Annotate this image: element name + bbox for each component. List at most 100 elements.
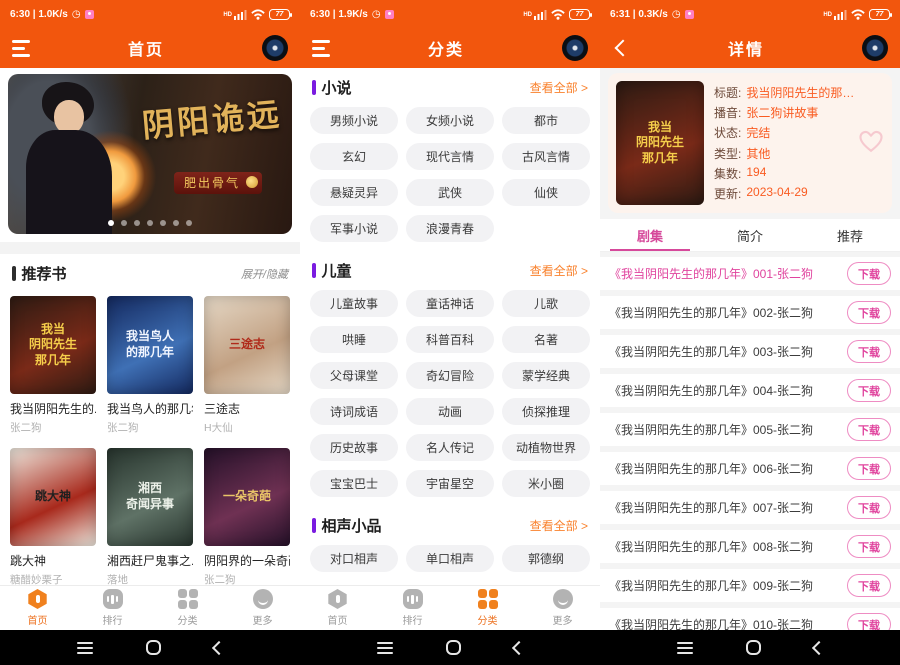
category-chip[interactable]: 动植物世界 — [502, 434, 590, 461]
episode-title[interactable]: 《我当阴阳先生的那几年》002-张二狗 — [609, 304, 841, 321]
episode-row[interactable]: 《我当阴阳先生的那几年》007-张二狗 下载 — [600, 491, 900, 524]
view-all-link[interactable]: 查看全部 > — [530, 79, 588, 96]
category-chip[interactable]: 奇幻冒险 — [406, 362, 494, 389]
download-button[interactable]: 下载 — [847, 418, 891, 441]
episode-row[interactable]: 《我当阴阳先生的那几年》003-张二狗 下载 — [600, 335, 900, 368]
episode-row[interactable]: 《我当阴阳先生的那几年》010-张二狗 下载 — [600, 608, 900, 630]
carousel-dots[interactable] — [8, 220, 292, 226]
tab-episodes[interactable]: 剧集 — [600, 219, 700, 251]
tab-category[interactable]: 分类 — [450, 586, 525, 630]
book-card[interactable]: 跳大神 跳大神 糖醋妙栗子 — [10, 448, 96, 585]
episode-row[interactable]: 《我当阴阳先生的那几年》009-张二狗 下载 — [600, 569, 900, 602]
episode-title[interactable]: 《我当阴阳先生的那几年》008-张二狗 — [609, 538, 841, 555]
tab-category[interactable]: 分类 — [150, 586, 225, 630]
android-back-icon[interactable] — [511, 640, 525, 654]
book-cover[interactable]: 我当 阴阳先生 那几年 — [10, 296, 96, 394]
menu-icon[interactable] — [312, 40, 330, 57]
category-chip[interactable]: 宝宝巴士 — [310, 470, 398, 497]
book-cover[interactable]: 湘西 奇闻异事 — [107, 448, 193, 546]
episode-title[interactable]: 《我当阴阳先生的那几年》003-张二狗 — [609, 343, 841, 360]
player-vinyl-icon[interactable] — [862, 35, 888, 61]
episode-title[interactable]: 《我当阴阳先生的那几年》010-张二狗 — [609, 616, 841, 630]
category-chip[interactable]: 男频小说 — [310, 107, 398, 134]
tab-recommend[interactable]: 推荐 — [800, 219, 900, 251]
book-card[interactable]: 我当 阴阳先生 那几年 我当阴阳先生的... 张二狗 — [10, 296, 96, 435]
episode-row[interactable]: 《我当阴阳先生的那几年》005-张二狗 下载 — [600, 413, 900, 446]
category-chip[interactable]: 悬疑灵异 — [310, 179, 398, 206]
book-card[interactable]: 我当鸟人 的那几年 我当鸟人的那几年 张二狗 — [107, 296, 193, 435]
download-button[interactable]: 下载 — [847, 262, 891, 285]
category-chip[interactable]: 童话神话 — [406, 290, 494, 317]
view-all-link[interactable]: 查看全部 > — [530, 517, 588, 534]
category-chip[interactable]: 父母课堂 — [310, 362, 398, 389]
tab-rank[interactable]: 排行 — [75, 586, 150, 630]
episode-title[interactable]: 《我当阴阳先生的那几年》009-张二狗 — [609, 577, 841, 594]
favorite-heart-icon[interactable] — [858, 129, 884, 153]
download-button[interactable]: 下载 — [847, 574, 891, 597]
category-chip[interactable]: 玄幻 — [310, 143, 398, 170]
android-back-icon[interactable] — [211, 640, 225, 654]
category-chip[interactable]: 米小圈 — [502, 470, 590, 497]
book-cover[interactable]: 三途志 — [204, 296, 290, 394]
tab-summary[interactable]: 简介 — [700, 219, 800, 251]
tab-home[interactable]: 首页 — [0, 586, 75, 630]
android-home-icon[interactable] — [146, 640, 161, 655]
download-button[interactable]: 下载 — [847, 535, 891, 558]
book-cover[interactable]: 一朵奇葩 — [204, 448, 290, 546]
category-chip[interactable]: 历史故事 — [310, 434, 398, 461]
android-menu-icon[interactable] — [377, 642, 393, 654]
episode-title[interactable]: 《我当阴阳先生的那几年》005-张二狗 — [609, 421, 841, 438]
book-cover[interactable]: 跳大神 — [10, 448, 96, 546]
download-button[interactable]: 下载 — [847, 613, 891, 630]
tab-home[interactable]: 首页 — [300, 586, 375, 630]
category-chip[interactable]: 军事小说 — [310, 215, 398, 242]
episode-title[interactable]: 《我当阴阳先生的那几年》004-张二狗 — [609, 382, 841, 399]
category-chip[interactable]: 名人传记 — [406, 434, 494, 461]
book-card[interactable]: 湘西 奇闻异事 湘西赶尸鬼事之... 落地 — [107, 448, 193, 585]
book-card[interactable]: 三途志 三途志 H大仙 — [204, 296, 290, 435]
view-all-link[interactable]: 查看全部 > — [530, 262, 588, 279]
episode-title[interactable]: 《我当阴阳先生的那几年》006-张二狗 — [609, 460, 841, 477]
expand-hide-link[interactable]: 展开/隐藏 — [241, 266, 288, 282]
category-chip[interactable]: 儿歌 — [502, 290, 590, 317]
episode-row[interactable]: 《我当阴阳先生的那几年》006-张二狗 下载 — [600, 452, 900, 485]
episode-row[interactable]: 《我当阴阳先生的那几年》001-张二狗 下载 — [600, 257, 900, 290]
android-menu-icon[interactable] — [77, 642, 93, 654]
download-button[interactable]: 下载 — [847, 340, 891, 363]
banner-carousel[interactable]: 阴阳诡远 肥出骨气 — [8, 74, 292, 234]
android-back-icon[interactable] — [811, 640, 825, 654]
android-home-icon[interactable] — [746, 640, 761, 655]
book-card[interactable]: 一朵奇葩 阴阳界的一朵奇葩 张二狗 — [204, 448, 290, 585]
android-menu-icon[interactable] — [677, 642, 693, 654]
menu-icon[interactable] — [12, 40, 30, 57]
player-vinyl-icon[interactable] — [562, 35, 588, 61]
category-chip[interactable]: 动画 — [406, 398, 494, 425]
category-chip[interactable]: 仙侠 — [502, 179, 590, 206]
category-chip[interactable]: 对口相声 — [310, 545, 398, 572]
tab-more[interactable]: 更多 — [525, 586, 600, 630]
tab-more[interactable]: 更多 — [225, 586, 300, 630]
category-chip[interactable]: 科普百科 — [406, 326, 494, 353]
category-chip[interactable]: 郭德纲 — [502, 545, 590, 572]
category-chip[interactable]: 名著 — [502, 326, 590, 353]
download-button[interactable]: 下载 — [847, 457, 891, 480]
tab-rank[interactable]: 排行 — [375, 586, 450, 630]
category-chip[interactable]: 浪漫青春 — [406, 215, 494, 242]
player-vinyl-icon[interactable] — [262, 35, 288, 61]
category-chip[interactable]: 儿童故事 — [310, 290, 398, 317]
category-chip[interactable]: 单口相声 — [406, 545, 494, 572]
category-chip[interactable]: 武侠 — [406, 179, 494, 206]
book-cover[interactable]: 我当鸟人 的那几年 — [107, 296, 193, 394]
category-chip[interactable]: 现代言情 — [406, 143, 494, 170]
category-chip[interactable]: 宇宙星空 — [406, 470, 494, 497]
episode-row[interactable]: 《我当阴阳先生的那几年》002-张二狗 下载 — [600, 296, 900, 329]
android-home-icon[interactable] — [446, 640, 461, 655]
back-icon[interactable] — [612, 39, 630, 57]
episode-row[interactable]: 《我当阴阳先生的那几年》008-张二狗 下载 — [600, 530, 900, 563]
download-button[interactable]: 下载 — [847, 496, 891, 519]
category-chip[interactable]: 都市 — [502, 107, 590, 134]
category-chip[interactable]: 侦探推理 — [502, 398, 590, 425]
download-button[interactable]: 下载 — [847, 379, 891, 402]
category-chip[interactable]: 诗词成语 — [310, 398, 398, 425]
category-chip[interactable]: 古风言情 — [502, 143, 590, 170]
